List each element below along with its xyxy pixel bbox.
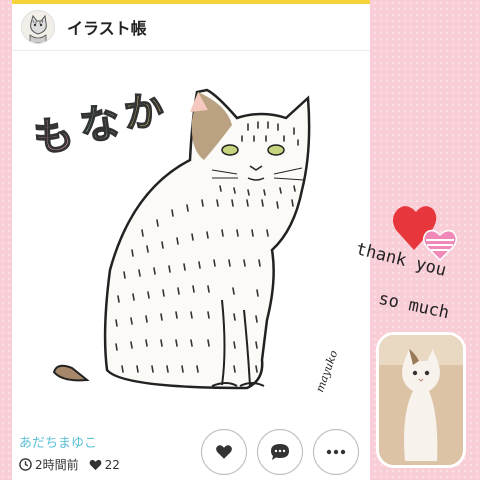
post-footer: あだちまゆこ 2時間前 22 xyxy=(12,424,370,480)
cat-photo[interactable] xyxy=(376,332,466,468)
heart-count-icon xyxy=(89,459,102,470)
app-title: イラスト帳 xyxy=(67,19,147,38)
more-icon xyxy=(326,449,346,455)
svg-text:な: な xyxy=(77,100,122,150)
svg-text:か: か xyxy=(122,89,165,138)
more-button[interactable] xyxy=(313,429,359,475)
so-much-text: so much xyxy=(376,288,451,324)
post-card: イラスト帳 も な か mayuko あだちまゆこ 2時間前 22 xyxy=(12,0,370,480)
app-avatar[interactable] xyxy=(21,10,55,44)
artist-signature: mayuko xyxy=(313,348,340,394)
like-count: 22 xyxy=(104,457,120,472)
clock-icon xyxy=(19,458,32,471)
like-button[interactable] xyxy=(201,429,247,475)
author-name[interactable]: あだちまゆこ xyxy=(19,432,97,451)
svg-text:も: も xyxy=(31,111,77,162)
app-header: イラスト帳 xyxy=(12,4,370,51)
cat-illustration[interactable]: も な か mayuko xyxy=(12,50,370,422)
post-time: 2時間前 xyxy=(35,458,79,472)
speech-bubble-icon xyxy=(271,444,289,460)
comment-button[interactable] xyxy=(257,429,303,475)
post-meta: 2時間前 22 xyxy=(19,456,130,473)
cat-avatar-icon xyxy=(22,11,54,43)
heart-icon xyxy=(216,445,232,459)
artwork-title-lettering: も な か xyxy=(30,88,166,163)
